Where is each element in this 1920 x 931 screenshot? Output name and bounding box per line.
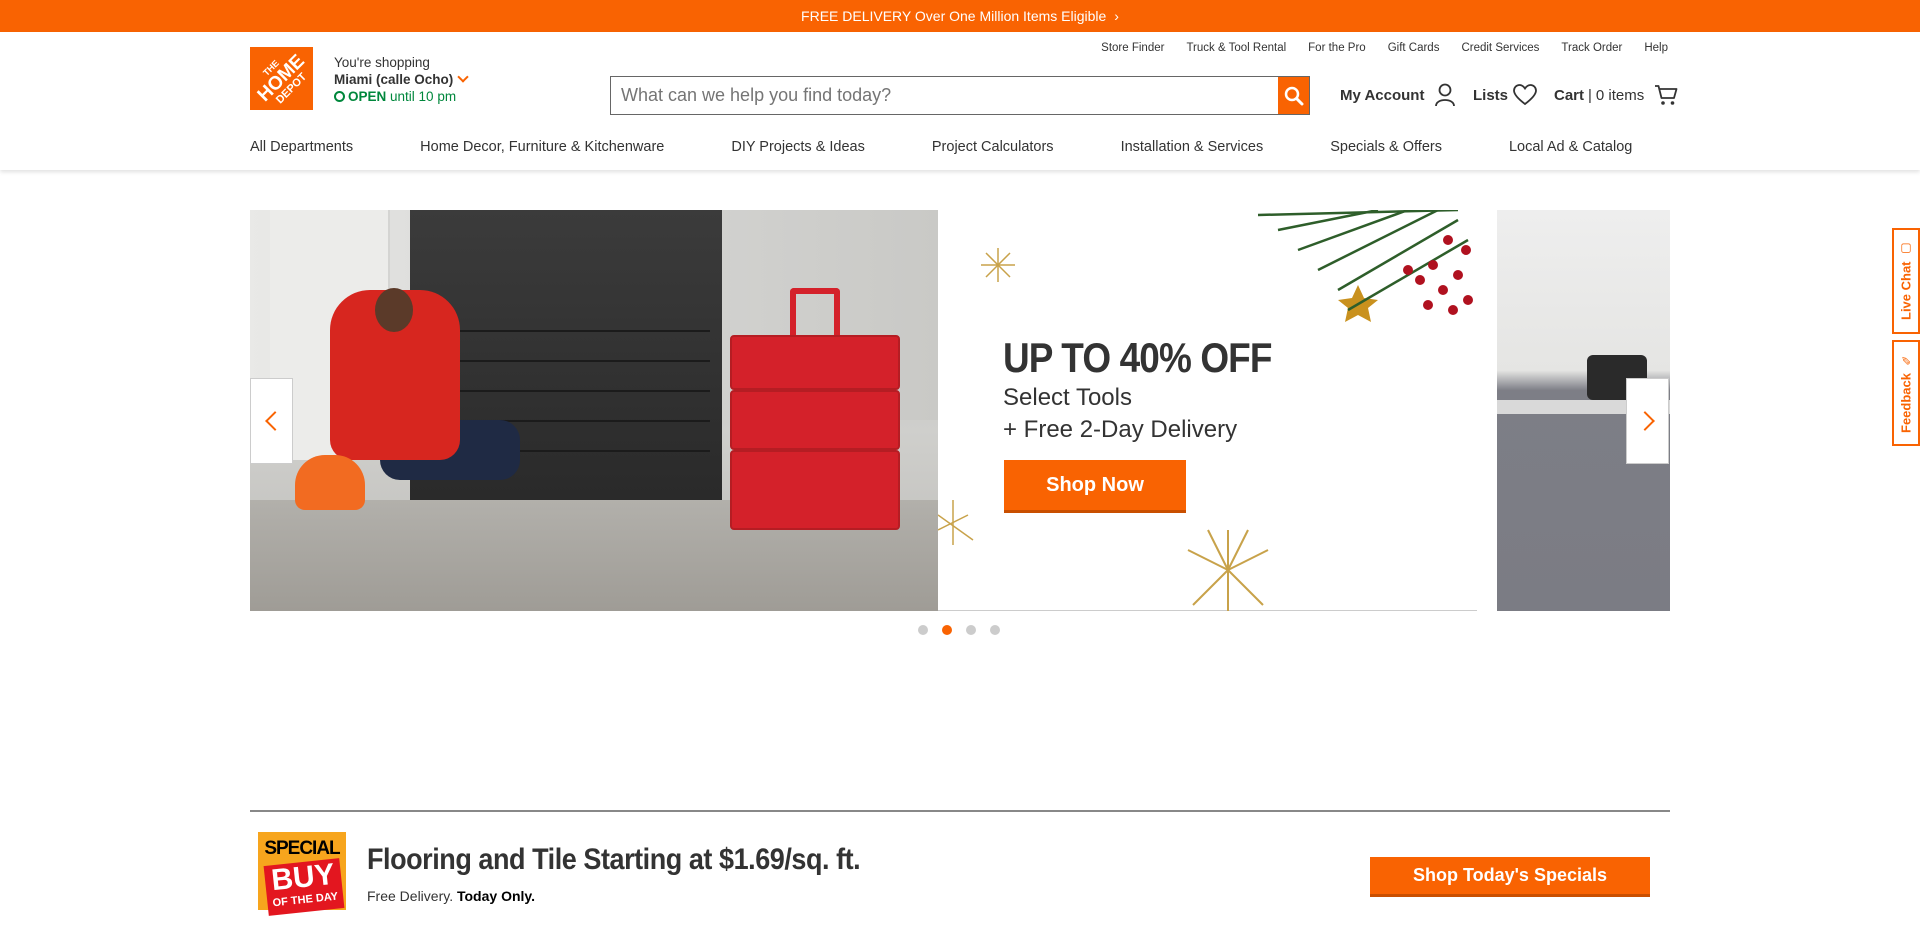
hero-subline-2: + Free 2-Day Delivery [1003,416,1238,443]
section-divider [250,810,1670,812]
live-chat-label: Live Chat [1898,261,1914,321]
nav-installation-services[interactable]: Installation & Services [1121,139,1264,155]
chevron-right-icon [1634,411,1655,431]
cart-item-count: 0 items [1595,86,1645,104]
hero-image-garage-tools [250,210,938,611]
special-buy-delivery: Free Delivery. Today Only. [367,888,535,904]
cart-link[interactable]: Cart | 0 items [1554,80,1678,110]
store-selector[interactable]: You're shopping Miami (calle Ocho) OPEN … [334,54,469,105]
search-bar [610,76,1310,115]
store-open-icon [334,91,345,102]
special-buy-badge: SPECIAL BUY OF THE DAY [258,832,348,916]
shop-todays-specials-button[interactable]: Shop Today's Specials [1370,857,1650,897]
shop-now-button[interactable]: Shop Now [1004,460,1186,513]
carousel-dots [918,625,1000,635]
store-name[interactable]: Miami (calle Ocho) [334,72,453,87]
hero-subline-1: Select Tools [1003,384,1132,411]
util-track-order[interactable]: Track Order [1561,42,1622,54]
free-delivery-text: FREE DELIVERY Over One Million Items Eli… [801,8,1107,24]
util-store-finder[interactable]: Store Finder [1101,42,1164,54]
nav-all-departments[interactable]: All Departments [250,139,353,155]
heart-icon [1513,84,1537,106]
special-buy-badge-top: SPECIAL [264,838,340,859]
util-for-the-pro[interactable]: For the Pro [1308,42,1366,54]
hero-carousel: UP TO 40% OFF Select Tools + Free 2-Day … [250,210,1670,611]
store-open-label: OPEN [348,89,387,104]
search-input[interactable] [611,77,1278,114]
util-credit-services[interactable]: Credit Services [1461,42,1539,54]
hero-slide[interactable]: UP TO 40% OFF Select Tools + Free 2-Day … [250,210,1477,611]
my-account-label: My Account [1340,86,1425,104]
nav-diy-projects[interactable]: DIY Projects & Ideas [731,139,865,155]
user-icon [1435,83,1456,107]
lists-link[interactable]: Lists [1473,80,1537,110]
my-account-link[interactable]: My Account [1340,80,1456,110]
cart-separator: | [1588,86,1592,104]
carousel-next-button[interactable] [1626,378,1669,464]
hero-headline: UP TO 40% OFF [1003,334,1272,381]
chevron-left-icon [264,411,285,431]
feedback-icon: ✎ [1899,353,1913,368]
util-gift-cards[interactable]: Gift Cards [1388,42,1440,54]
home-depot-logo[interactable]: THE HOME DEPOT [250,47,313,110]
special-buy-title[interactable]: Flooring and Tile Starting at $1.69/sq. … [367,843,861,877]
hero-promo-panel: UP TO 40% OFF Select Tools + Free 2-Day … [938,210,1477,611]
site-header: THE HOME DEPOT You're shopping Miami (ca… [0,32,1920,170]
search-icon [1284,86,1303,105]
nav-local-ad-catalog[interactable]: Local Ad & Catalog [1509,139,1632,155]
search-button[interactable] [1278,77,1309,114]
feedback-tab[interactable]: Feedback ✎ [1892,340,1920,446]
lists-label: Lists [1473,86,1509,104]
chat-icon: ▢ [1899,241,1913,256]
nav-home-decor[interactable]: Home Decor, Furniture & Kitchenware [420,139,664,155]
store-prefix: You're shopping [334,55,430,70]
cart-label: Cart [1554,86,1585,104]
carousel-dot-2-active[interactable] [942,625,952,635]
utility-links: Store Finder Truck & Tool Rental For the… [1079,42,1668,54]
carousel-dot-1[interactable] [918,625,928,635]
carousel-dot-4[interactable] [990,625,1000,635]
nav-project-calculators[interactable]: Project Calculators [932,139,1054,155]
util-help[interactable]: Help [1644,42,1668,54]
feedback-label: Feedback [1898,373,1914,433]
util-truck-tool-rental[interactable]: Truck & Tool Rental [1186,42,1286,54]
carousel-dot-3[interactable] [966,625,976,635]
cart-icon [1655,85,1678,105]
nav-specials-offers[interactable]: Specials & Offers [1330,139,1442,155]
store-hours: until 10 pm [390,89,457,104]
live-chat-tab[interactable]: Live Chat ▢ [1892,228,1920,334]
carousel-prev-button[interactable] [250,378,293,464]
main-nav: All Departments Home Decor, Furniture & … [250,139,1699,155]
chevron-right-icon: › [1114,8,1119,24]
special-buy-delivery-text: Free Delivery. [367,888,454,904]
free-delivery-banner[interactable]: FREE DELIVERY Over One Million Items Eli… [0,0,1920,32]
special-buy-today-only: Today Only. [456,888,536,904]
chevron-down-icon[interactable] [457,71,469,83]
